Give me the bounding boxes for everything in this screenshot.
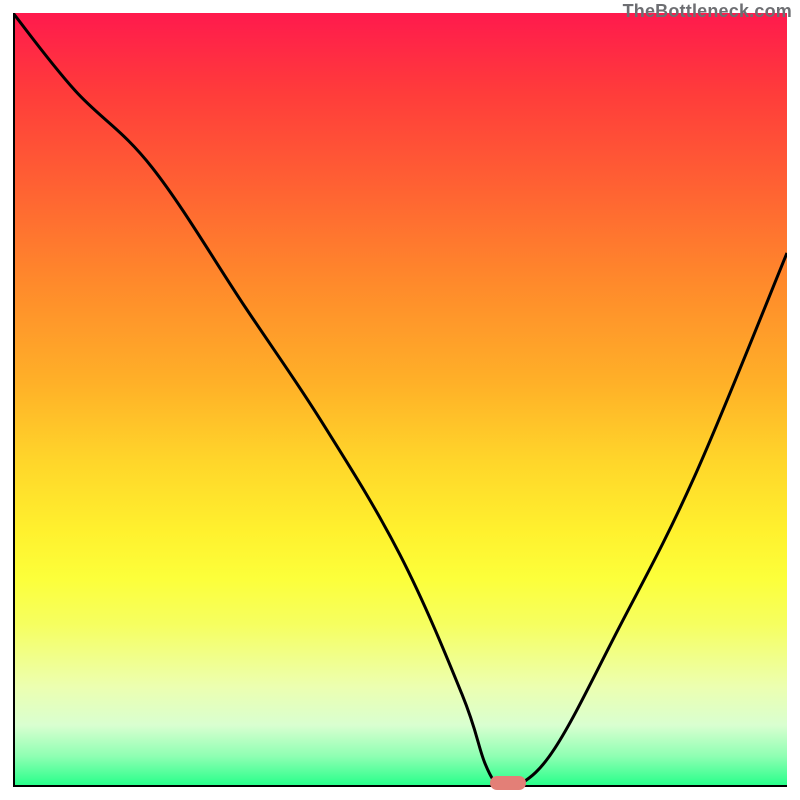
optimal-point-marker [490,776,526,790]
watermark-text: TheBottleneck.com [623,1,792,22]
chart-frame: TheBottleneck.com [0,0,800,800]
plot-background-gradient [13,13,787,787]
